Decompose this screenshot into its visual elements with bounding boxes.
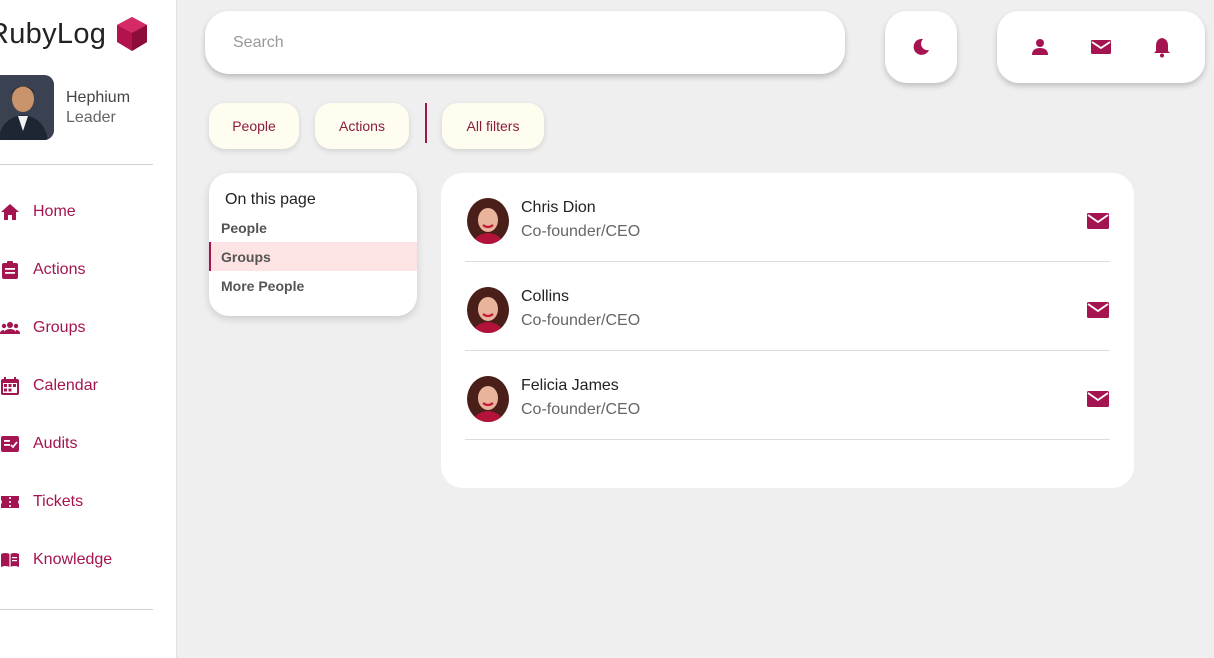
groups-icon: [0, 322, 20, 334]
toc-item-more-people[interactable]: More People: [209, 271, 417, 300]
avatar: [467, 376, 509, 422]
sidebar-item-tickets[interactable]: Tickets: [0, 473, 176, 531]
sidebar-item-label: Tickets: [33, 493, 84, 510]
header-actions: [997, 11, 1205, 83]
list-item[interactable]: Collins Co-founder/CEO: [465, 262, 1110, 351]
sidebar-nav: Home Actions Groups Calendar Audits Tick…: [0, 183, 176, 589]
book-icon: [1, 553, 19, 567]
sidebar-item-label: Home: [33, 203, 76, 220]
home-icon: [1, 204, 19, 220]
sidebar-item-groups[interactable]: Groups: [0, 299, 176, 357]
search-bar: [205, 11, 845, 74]
ticket-icon: [1, 496, 19, 508]
list-item[interactable]: Chris Dion Co-founder/CEO: [465, 173, 1110, 262]
sidebar-item-audits[interactable]: Audits: [0, 415, 176, 473]
filter-chip-label: All filters: [466, 118, 520, 134]
toc-item-label: Groups: [221, 248, 271, 265]
sidebar-item-label: Groups: [33, 319, 86, 336]
user-profile[interactable]: Hephium Leader: [0, 75, 130, 140]
people-list-card: Chris Dion Co-founder/CEO Collins Co-fou…: [441, 173, 1134, 488]
moon-icon: [913, 38, 929, 55]
filter-chip-people[interactable]: People: [209, 103, 299, 149]
avatar: [467, 198, 509, 244]
toc-item-label: People: [221, 219, 267, 236]
toc-title: On this page: [225, 191, 316, 208]
clipboard-icon: [2, 261, 18, 279]
sidebar-item-knowledge[interactable]: Knowledge: [0, 531, 176, 589]
person-name: Felicia James: [521, 377, 619, 394]
person-name: Collins: [521, 288, 570, 305]
sidebar: RubyLog Hephium Leader Hom: [0, 0, 177, 658]
search-input[interactable]: [233, 33, 793, 52]
filter-chip-label: Actions: [339, 118, 385, 134]
user-icon: [1031, 39, 1048, 55]
messages-button[interactable]: [1081, 27, 1121, 67]
sidebar-item-home[interactable]: Home: [0, 183, 176, 241]
toc-item-label: More People: [221, 277, 305, 294]
sidebar-item-calendar[interactable]: Calendar: [0, 357, 176, 415]
on-this-page-panel: On this page People Groups More People: [209, 173, 417, 316]
filter-divider: [425, 103, 427, 143]
calendar-icon: [1, 377, 19, 395]
sidebar-item-label: Knowledge: [33, 551, 113, 568]
sidebar-divider: [0, 609, 153, 610]
person-name: Chris Dion: [521, 199, 596, 216]
profile-role: Leader: [66, 108, 116, 126]
filter-chip-actions[interactable]: Actions: [315, 103, 409, 149]
sidebar-item-label: Actions: [33, 261, 86, 278]
notifications-button[interactable]: [1142, 27, 1182, 67]
avatar: [467, 287, 509, 333]
toc-item-groups[interactable]: Groups: [209, 242, 417, 271]
list-item[interactable]: Felicia James Co-founder/CEO: [465, 351, 1110, 440]
app-name: RubyLog: [0, 17, 107, 50]
app-logo[interactable]: RubyLog: [0, 14, 150, 54]
person-role: Co-founder/CEO: [521, 401, 641, 418]
profile-button[interactable]: [1020, 27, 1060, 67]
sidebar-item-actions[interactable]: Actions: [0, 241, 176, 299]
sidebar-item-label: Calendar: [33, 377, 98, 394]
sidebar-divider: [0, 164, 153, 165]
filter-chip-all-filters[interactable]: All filters: [442, 103, 544, 149]
profile-name: Hephium: [66, 88, 131, 106]
checklist-icon: [1, 436, 19, 452]
person-role: Co-founder/CEO: [521, 223, 641, 240]
toc-item-people[interactable]: People: [209, 213, 417, 242]
mail-icon: [1090, 40, 1111, 54]
ruby-gem-icon: [117, 17, 148, 51]
filter-chip-label: People: [232, 118, 276, 134]
sidebar-item-label: Audits: [33, 435, 78, 452]
person-role: Co-founder/CEO: [521, 312, 641, 329]
mail-icon[interactable]: [1086, 209, 1110, 233]
avatar: [0, 75, 54, 140]
bell-icon: [1154, 38, 1171, 58]
mail-icon[interactable]: [1086, 298, 1110, 322]
mail-icon[interactable]: [1086, 387, 1110, 411]
theme-toggle-button[interactable]: [885, 11, 957, 83]
